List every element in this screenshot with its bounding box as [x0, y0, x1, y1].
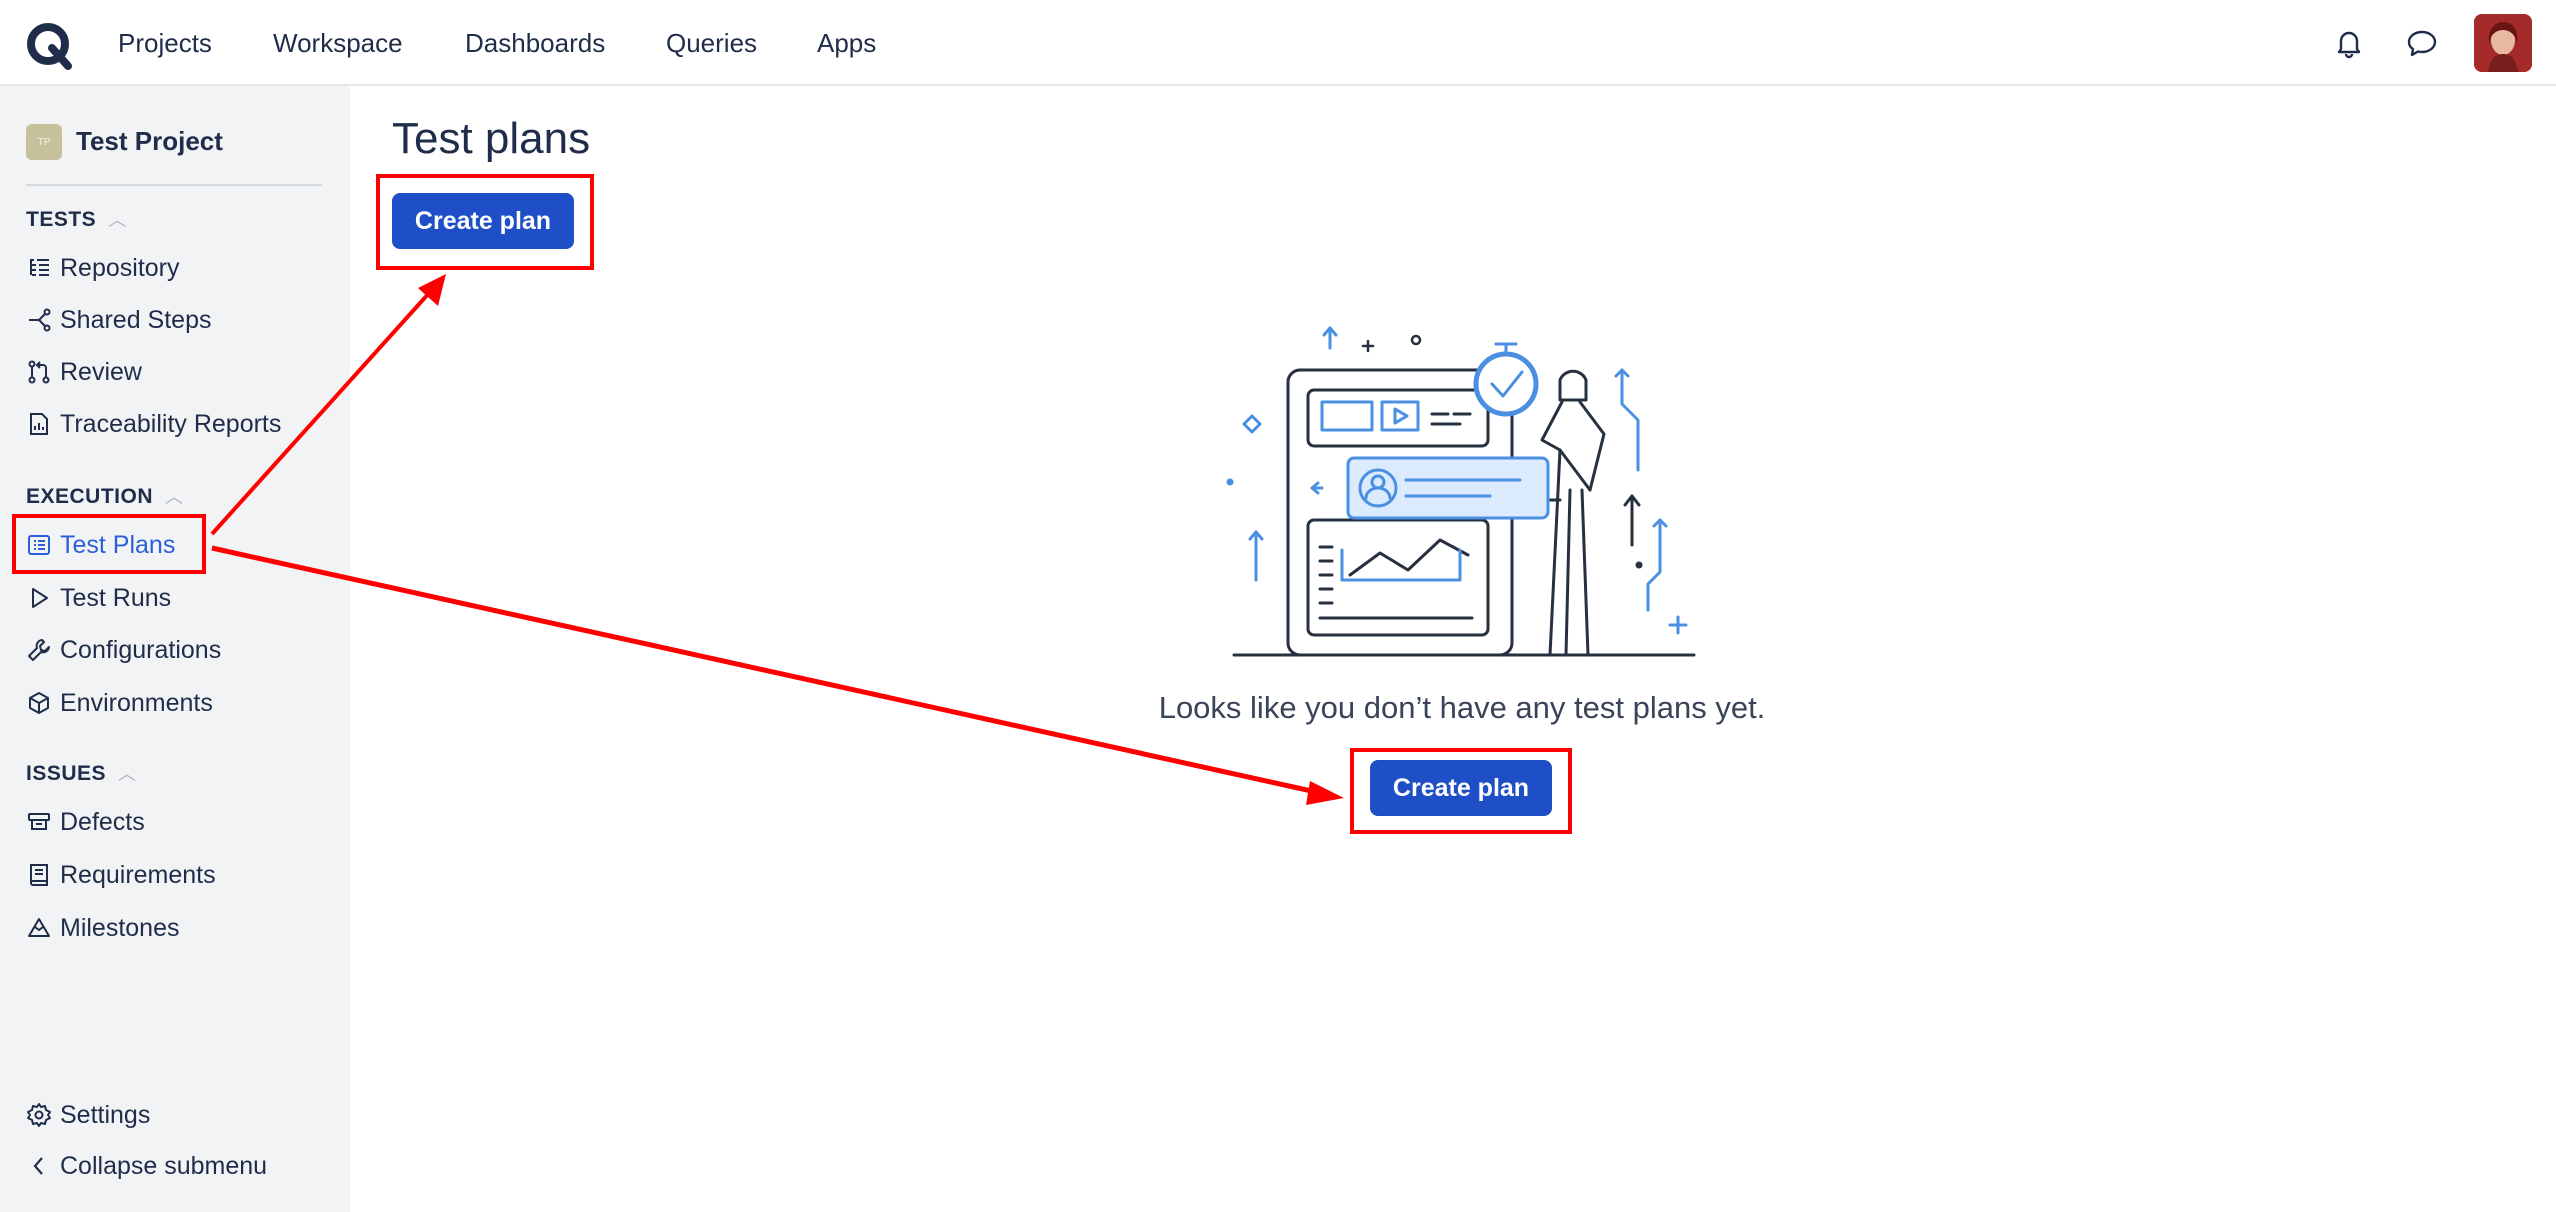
section-header-tests[interactable]: TESTS ︿: [26, 206, 127, 232]
report-icon: [26, 411, 52, 437]
project-badge: TP: [26, 124, 62, 160]
cube-icon: [26, 690, 52, 716]
sidebar-item-configurations[interactable]: Configurations: [26, 630, 221, 670]
collapse-submenu-button[interactable]: Collapse submenu: [26, 1146, 267, 1186]
sidebar-item-test-runs[interactable]: Test Runs: [26, 578, 171, 618]
sidebar-item-label: Collapse submenu: [60, 1151, 268, 1180]
sidebar-item-label: Configurations: [60, 635, 222, 664]
chat-icon[interactable]: [2405, 26, 2439, 60]
play-icon: [26, 585, 52, 611]
sidebar-item-environments[interactable]: Environments: [26, 683, 213, 723]
section-title: ISSUES: [26, 762, 107, 785]
sidebar-item-traceability-reports[interactable]: Traceability Reports: [26, 404, 281, 444]
annotation-box-test-plans: [12, 514, 206, 574]
book-icon: [26, 862, 52, 888]
sidebar-item-label: Test Runs: [60, 583, 172, 612]
empty-state-illustration: [1226, 326, 1696, 657]
empty-state-message: Looks like you don’t have any test plans…: [1158, 690, 1766, 725]
section-header-issues[interactable]: ISSUES ︿: [26, 760, 137, 786]
defect-icon: [26, 809, 52, 835]
arrow-line-to-empty-button: [211, 545, 1317, 795]
sidebar-item-label: Requirements: [60, 860, 216, 889]
nav-projects[interactable]: Projects: [118, 28, 212, 59]
gear-icon: [26, 1102, 52, 1128]
sidebar-item-label: Review: [60, 357, 142, 386]
chevron-up-icon: ︿: [165, 487, 184, 507]
git-pull-request-icon: [26, 359, 52, 385]
sidebar-item-label: Milestones: [60, 913, 180, 942]
chevron-up-icon: ︿: [118, 764, 137, 784]
sidebar-item-label: Traceability Reports: [60, 409, 282, 438]
nav-workspace[interactable]: Workspace: [273, 28, 403, 59]
sidebar-divider: [26, 184, 322, 186]
list-tree-icon: [26, 255, 52, 281]
user-avatar[interactable]: [2474, 14, 2532, 72]
sidebar-item-milestones[interactable]: Milestones: [26, 908, 180, 948]
project-name[interactable]: Test Project: [76, 126, 223, 157]
sidebar-item-review[interactable]: Review: [26, 352, 142, 392]
nav-apps[interactable]: Apps: [817, 28, 876, 59]
nav-dashboards[interactable]: Dashboards: [465, 28, 605, 59]
sidebar-item-label: Repository: [60, 253, 180, 282]
avatar-portrait-icon: [2474, 14, 2532, 72]
chevron-up-icon: ︿: [108, 210, 127, 230]
arrow-head-icon: [418, 274, 446, 306]
bell-icon[interactable]: [2332, 26, 2366, 60]
section-header-execution[interactable]: EXECUTION ︿: [26, 483, 184, 509]
section-title: TESTS: [26, 208, 97, 231]
arrow-head-icon: [1306, 781, 1344, 805]
page-title: Test plans: [392, 114, 591, 163]
chevron-left-icon: [26, 1153, 52, 1179]
sidebar-item-defects[interactable]: Defects: [26, 802, 145, 842]
sidebar-item-settings[interactable]: Settings: [26, 1095, 150, 1135]
sidebar-item-label: Shared Steps: [60, 305, 212, 334]
sidebar: TP Test Project TESTS ︿ Repository Shared…: [0, 86, 350, 1212]
sidebar-item-label: Environments: [60, 688, 213, 717]
sidebar-item-label: Settings: [60, 1100, 151, 1129]
sidebar-item-label: Defects: [60, 807, 145, 836]
mountain-icon: [26, 915, 52, 941]
wrench-icon: [26, 637, 52, 663]
sidebar-item-repository[interactable]: Repository: [26, 248, 180, 288]
top-navigation-bar: Projects Workspace Dashboards Queries Ap…: [0, 0, 2556, 86]
sidebar-item-shared-steps[interactable]: Shared Steps: [26, 300, 212, 340]
section-title: EXECUTION: [26, 485, 154, 508]
nav-queries[interactable]: Queries: [666, 28, 757, 59]
sidebar-item-requirements[interactable]: Requirements: [26, 855, 216, 895]
app-logo-icon[interactable]: [24, 20, 74, 70]
annotation-box-create-plan-top: [376, 174, 594, 270]
annotation-box-create-plan-empty: [1350, 748, 1572, 834]
share-nodes-icon: [26, 307, 52, 333]
